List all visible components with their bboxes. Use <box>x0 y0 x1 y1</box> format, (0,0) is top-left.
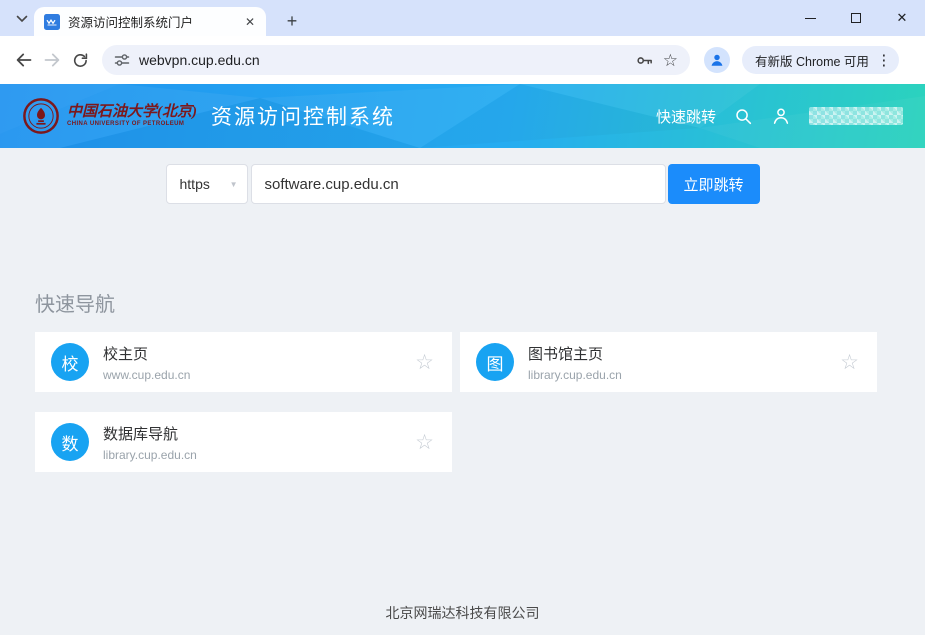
new-tab-button[interactable]: + <box>280 9 304 33</box>
university-name-en: CHINA UNIVERSITY OF PETROLEUM <box>67 121 197 128</box>
forward-button[interactable] <box>38 46 66 74</box>
university-name-cn: 中国石油大学(北京) <box>67 104 197 121</box>
protocol-select[interactable]: https ▼ <box>166 164 248 204</box>
back-button[interactable] <box>10 46 38 74</box>
card-initial-icon: 数 <box>51 423 89 461</box>
tab-close-icon[interactable]: ✕ <box>242 14 258 30</box>
webvpn-page: 中国石油大学(北京) CHINA UNIVERSITY OF PETROLEUM… <box>0 84 925 635</box>
card-url: www.cup.edu.cn <box>103 368 415 382</box>
nav-card-school-homepage[interactable]: 校 校主页 www.cup.edu.cn ☆ <box>35 332 452 392</box>
card-texts: 图书馆主页 library.cup.edu.cn <box>528 343 840 382</box>
browser-toolbar: webvpn.cup.edu.cn ☆ 有新版 Chrome 可用 ⋮ <box>0 36 925 84</box>
chevron-down-icon <box>16 15 28 23</box>
tab-search-button[interactable] <box>11 9 33 29</box>
favorite-star-icon[interactable]: ☆ <box>415 352 434 373</box>
jump-form: https ▼ 立即跳转 <box>0 164 925 204</box>
window-close-button[interactable]: ✕ <box>879 0 925 36</box>
window-controls: ✕ <box>787 0 925 36</box>
reload-icon <box>71 51 90 70</box>
url-text[interactable]: webvpn.cup.edu.cn <box>139 52 626 68</box>
quick-jump-link[interactable]: 快速跳转 <box>656 106 716 127</box>
card-initial-icon: 图 <box>476 343 514 381</box>
favorite-star-icon[interactable]: ☆ <box>840 352 859 373</box>
search-icon[interactable] <box>734 107 753 126</box>
university-logo-text: 中国石油大学(北京) CHINA UNIVERSITY OF PETROLEUM <box>67 104 197 127</box>
password-key-icon[interactable] <box>635 51 654 70</box>
forward-arrow-icon <box>42 50 62 70</box>
card-title: 图书馆主页 <box>528 343 840 364</box>
card-url: library.cup.edu.cn <box>528 368 840 382</box>
chrome-update-chip[interactable]: 有新版 Chrome 可用 ⋮ <box>742 46 899 74</box>
tab-title: 资源访问控制系统门户 <box>68 12 234 31</box>
protocol-value: https <box>180 176 230 192</box>
site-header: 中国石油大学(北京) CHINA UNIVERSITY OF PETROLEUM… <box>0 84 925 148</box>
quick-nav-section: 快速导航 校 校主页 www.cup.edu.cn ☆ 图 图书馆主页 libr… <box>35 288 877 472</box>
card-texts: 校主页 www.cup.edu.cn <box>103 343 415 382</box>
card-title: 校主页 <box>103 343 415 364</box>
nav-card-library-homepage[interactable]: 图 图书馆主页 library.cup.edu.cn ☆ <box>460 332 877 392</box>
card-texts: 数据库导航 library.cup.edu.cn <box>103 423 415 462</box>
university-seal-icon <box>22 97 60 135</box>
caret-down-icon: ▼ <box>230 180 238 189</box>
username-redacted[interactable] <box>809 107 903 125</box>
site-info-tune-icon[interactable] <box>114 52 130 68</box>
window-maximize-button[interactable] <box>833 0 879 36</box>
browser-titlebar: 资源访问控制系统门户 ✕ + ✕ <box>0 0 925 36</box>
back-arrow-icon <box>14 50 34 70</box>
favorite-star-icon[interactable]: ☆ <box>415 432 434 453</box>
university-logo: 中国石油大学(北京) CHINA UNIVERSITY OF PETROLEUM <box>22 97 197 135</box>
browser-window: 资源访问控制系统门户 ✕ + ✕ webvpn.cup.edu.cn <box>0 0 925 635</box>
webvpn-favicon-icon <box>44 14 60 30</box>
minimize-icon <box>805 18 816 19</box>
user-icon[interactable] <box>771 106 791 126</box>
site-title: 资源访问控制系统 <box>211 101 395 131</box>
nav-card-database-navigation[interactable]: 数 数据库导航 library.cup.edu.cn ☆ <box>35 412 452 472</box>
chrome-update-label: 有新版 Chrome 可用 <box>755 51 869 70</box>
maximize-icon <box>851 13 861 23</box>
window-minimize-button[interactable] <box>787 0 833 36</box>
browser-tab-active[interactable]: 资源访问控制系统门户 ✕ <box>34 7 266 36</box>
address-bar[interactable]: webvpn.cup.edu.cn ☆ <box>102 45 690 75</box>
profile-avatar[interactable] <box>704 47 730 73</box>
card-title: 数据库导航 <box>103 423 415 444</box>
quick-nav-heading: 快速导航 <box>35 288 877 317</box>
quick-nav-cards: 校 校主页 www.cup.edu.cn ☆ 图 图书馆主页 library.c… <box>35 332 877 472</box>
header-actions: 快速跳转 <box>656 106 903 127</box>
card-initial-icon: 校 <box>51 343 89 381</box>
page-footer: 北京网瑞达科技有限公司 <box>0 603 925 635</box>
jump-now-button[interactable]: 立即跳转 <box>668 164 760 204</box>
bookmark-star-icon[interactable]: ☆ <box>663 52 678 69</box>
reload-button[interactable] <box>66 46 94 74</box>
card-url: library.cup.edu.cn <box>103 448 415 462</box>
browser-menu-kebab-icon[interactable]: ⋮ <box>876 51 892 69</box>
target-url-input[interactable] <box>251 164 666 204</box>
profile-person-icon <box>709 52 725 68</box>
